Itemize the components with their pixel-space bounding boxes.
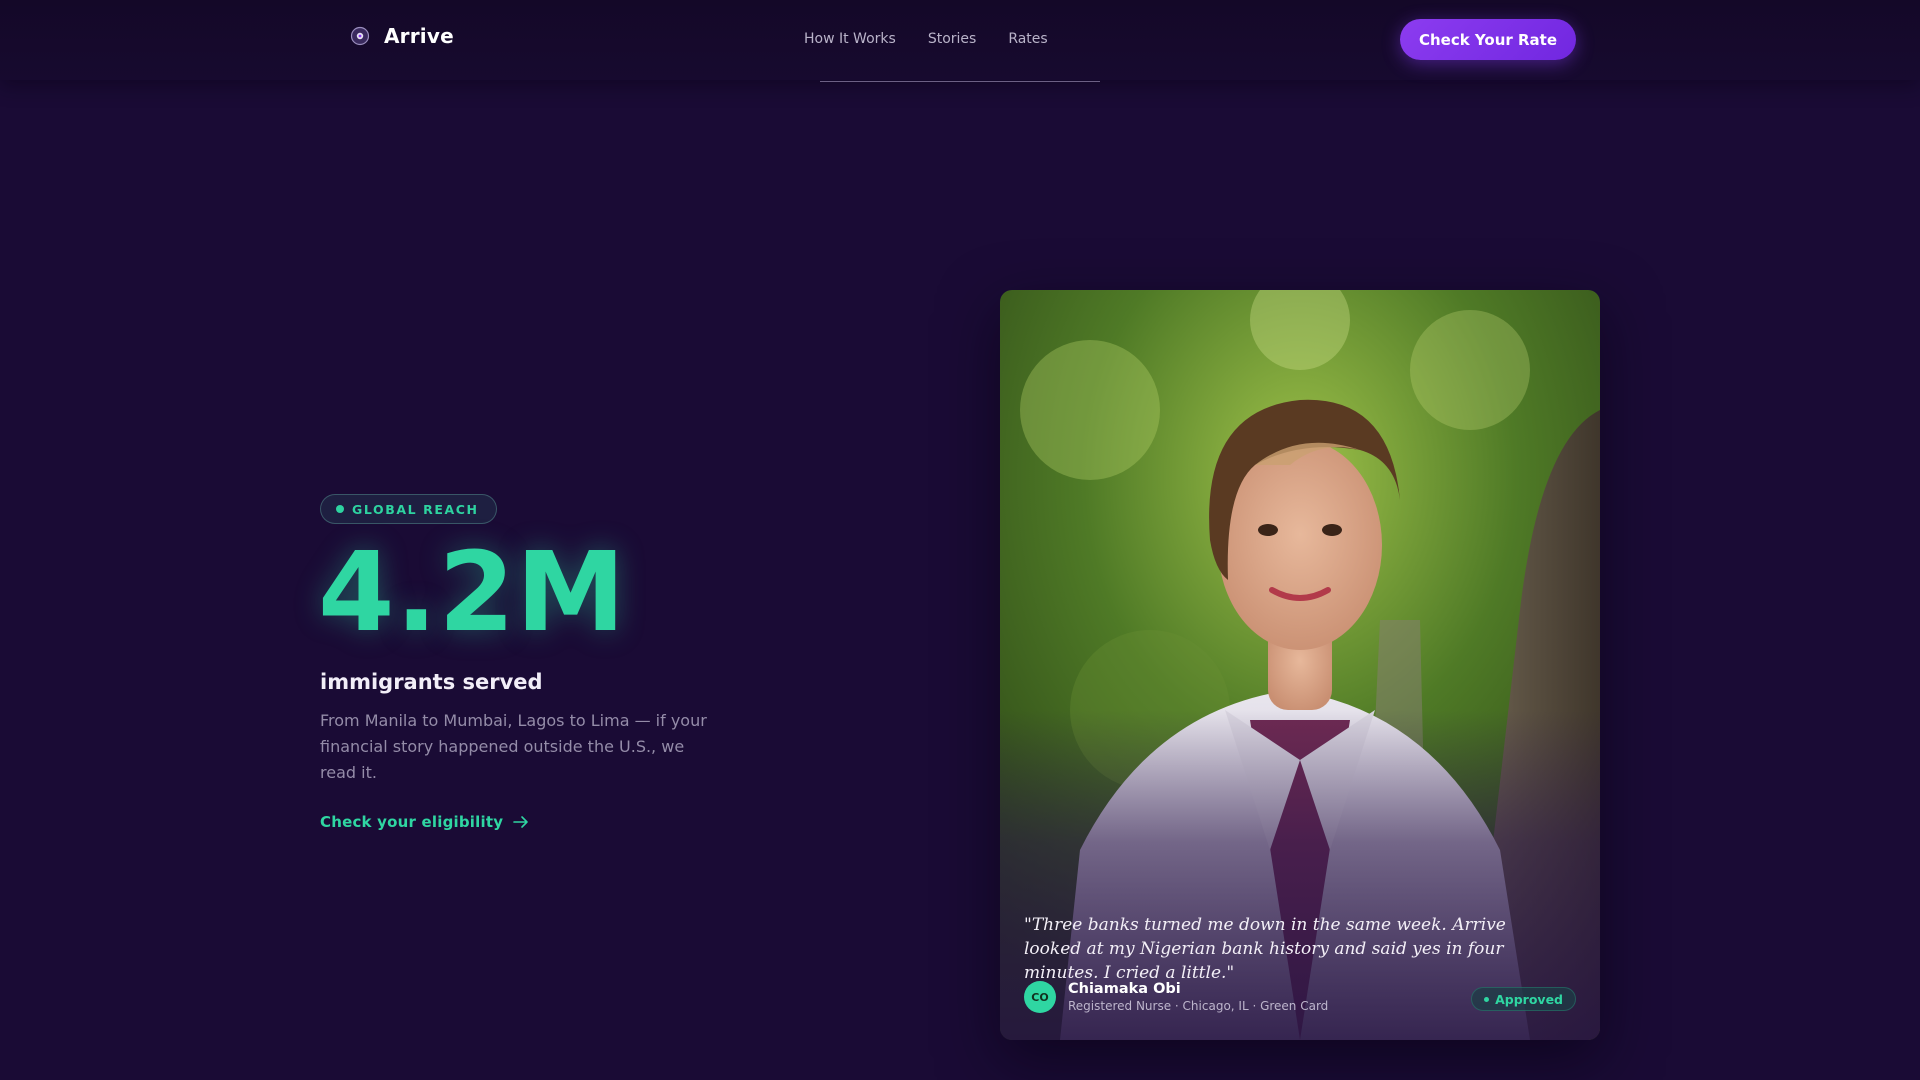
status-dot xyxy=(1484,996,1490,1002)
nav-link-how-it-works[interactable]: How It Works xyxy=(804,31,896,47)
testimonial-author: CO Chiamaka Obi Registered Nurse · Chica… xyxy=(1024,980,1328,1014)
stat-label: immigrants served xyxy=(320,670,543,694)
author-details: Chiamaka Obi Registered Nurse · Chicago,… xyxy=(1068,980,1328,1014)
avatar: CO xyxy=(1024,981,1056,1013)
testimonial-quote: "Three banks turned me down in the same … xyxy=(1024,915,1506,983)
arrow-right-icon xyxy=(513,816,528,828)
approved-status-badge: Approved xyxy=(1471,987,1576,1011)
author-name: Chiamaka Obi xyxy=(1068,981,1181,997)
badge-label: GLOBAL REACH xyxy=(352,501,479,517)
nav-link-stories[interactable]: Stories xyxy=(928,31,977,47)
nav-link-rates[interactable]: Rates xyxy=(1008,31,1047,47)
check-eligibility-label: Check your eligibility xyxy=(320,813,504,831)
stat-description: From Manila to Mumbai, Lagos to Lima — i… xyxy=(320,711,707,782)
main-nav: How It Works Stories Rates xyxy=(804,31,1048,47)
brand[interactable]: Arrive xyxy=(350,24,454,48)
status-label: Approved xyxy=(1495,991,1563,1007)
badge-dot xyxy=(336,505,344,513)
testimonial-card: "Three banks turned me down in the same … xyxy=(1000,290,1600,1040)
check-eligibility-link[interactable]: Check your eligibility xyxy=(320,813,529,831)
top-navigation-bar: Arrive How It Works Stories Rates Check … xyxy=(0,0,1920,80)
stat-value: 4.2M xyxy=(318,528,627,656)
brand-name: Arrive xyxy=(384,24,454,48)
global-reach-badge: GLOBAL REACH xyxy=(320,494,497,524)
nav-underline-divider xyxy=(820,81,1100,82)
globe-compass-icon xyxy=(350,26,370,46)
check-your-rate-button[interactable]: Check Your Rate xyxy=(1400,19,1576,60)
author-meta: Registered Nurse · Chicago, IL · Green C… xyxy=(1068,999,1329,1013)
